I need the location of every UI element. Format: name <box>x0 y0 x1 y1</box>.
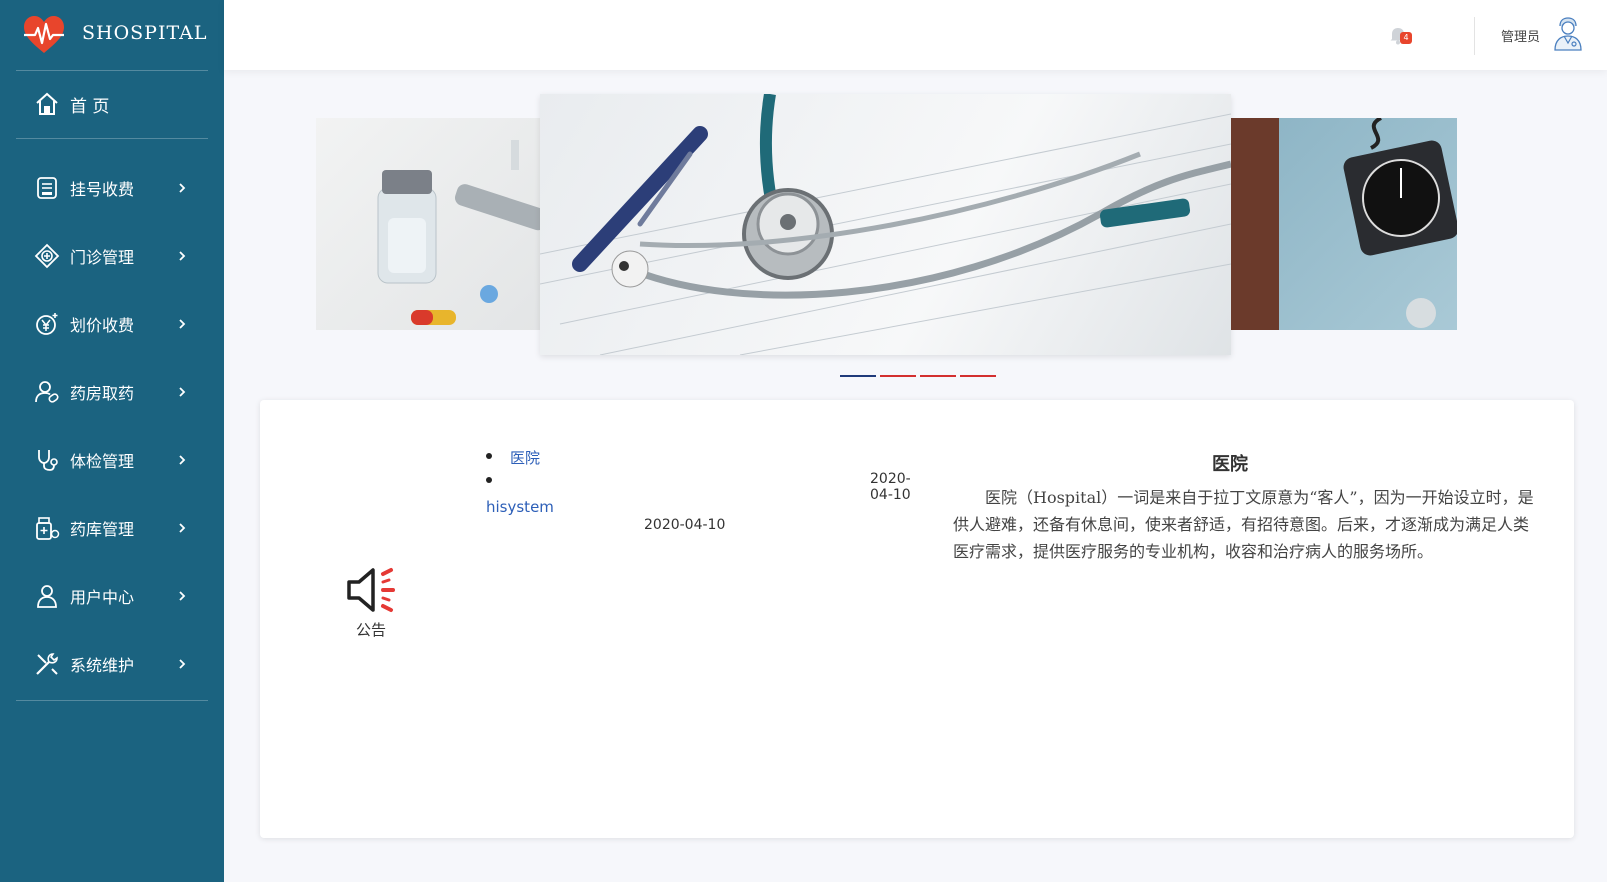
sidebar-divider <box>16 138 208 139</box>
chevron-right-icon <box>179 523 186 533</box>
list-bullet <box>486 477 492 483</box>
carousel-slide-right[interactable] <box>1231 118 1457 330</box>
home-icon <box>36 92 58 115</box>
article-body: 医院（Hospital）一词是来自于拉丁文原意为“客人”，因为一开始设立时，是供… <box>953 488 1534 561</box>
chevron-right-icon <box>179 659 186 669</box>
heart-pulse-icon <box>24 16 64 53</box>
stethoscope-image <box>540 94 1231 355</box>
notice-link[interactable]: hisystem <box>486 498 554 516</box>
sidebar-item-user-center[interactable]: 用户中心 <box>16 574 208 618</box>
notice-panel: 公告 医院 2020-04-10 hisystem 2020-04-10 医院 … <box>260 400 1574 838</box>
medicine-vial-image <box>377 140 542 325</box>
carousel-indicator[interactable] <box>920 375 956 377</box>
chevron-right-icon <box>179 455 186 465</box>
carousel-indicator[interactable] <box>840 375 876 377</box>
user-name[interactable]: 管理员 <box>1501 26 1540 45</box>
carousel-indicator[interactable] <box>960 375 996 377</box>
list-bullet <box>486 453 492 459</box>
chevron-right-icon <box>179 251 186 261</box>
sidebar-item-label: 挂号收费 <box>70 180 135 199</box>
tools-icon <box>36 653 58 675</box>
sidebar-item-medicine-store[interactable]: 药库管理 <box>16 506 208 550</box>
notice-label: 公告 <box>356 621 387 639</box>
pharmacy-icon <box>35 381 59 403</box>
sidebar-item-label: 药库管理 <box>70 520 135 539</box>
medicine-store-icon <box>36 517 60 540</box>
sidebar-item-pharmacy[interactable]: 药房取药 <box>16 370 208 414</box>
speaker-icon <box>347 568 395 612</box>
sidebar-item-home[interactable]: 首 页 <box>16 70 208 138</box>
brand-title: SHOSPITAL <box>82 22 208 44</box>
clinic-icon <box>34 243 60 269</box>
blood-pressure-image <box>1231 118 1457 330</box>
registration-icon <box>37 177 57 199</box>
article-title: 医院 <box>1212 454 1248 475</box>
carousel-slide-center[interactable] <box>540 94 1231 355</box>
sidebar-item-label: 用户中心 <box>70 588 135 607</box>
sidebar-item-clinic[interactable]: 门诊管理 <box>16 234 208 278</box>
notice-date: 2020-04-10 <box>644 517 726 533</box>
chevron-right-icon <box>179 387 186 397</box>
stethoscope-icon <box>38 450 58 471</box>
sidebar-item-label: 划价收费 <box>70 316 135 335</box>
sidebar-divider <box>16 700 208 701</box>
carousel-indicator[interactable] <box>880 375 916 377</box>
chevron-right-icon <box>179 183 186 193</box>
notification-badge: 4 <box>1400 32 1412 44</box>
user-icon <box>37 585 57 608</box>
sidebar-item-checkup[interactable]: 体检管理 <box>16 438 208 482</box>
sidebar: SHOSPITAL 首 页 挂号收费 门诊管理 划价收费 药房取药 体检管理 药… <box>0 0 224 882</box>
yen-icon <box>36 313 58 335</box>
sidebar-item-system[interactable]: 系统维护 <box>16 642 208 686</box>
sidebar-item-label: 门诊管理 <box>70 248 135 267</box>
sidebar-item-label: 体检管理 <box>70 452 135 471</box>
notice-date: 2020-04-10 <box>870 471 911 503</box>
sidebar-item-label: 药房取药 <box>70 384 135 403</box>
header-divider <box>1474 17 1475 55</box>
sidebar-item-registration[interactable]: 挂号收费 <box>16 166 208 210</box>
top-header: 4 管理员 <box>224 0 1607 70</box>
brand[interactable]: SHOSPITAL <box>0 0 224 70</box>
chevron-right-icon <box>179 591 186 601</box>
carousel-indicators <box>840 375 996 377</box>
notice-link[interactable]: 医院 <box>510 447 540 468</box>
sidebar-item-label: 系统维护 <box>70 656 135 675</box>
sidebar-item-pricing[interactable]: 划价收费 <box>16 302 208 346</box>
carousel-slide-left[interactable] <box>316 118 542 330</box>
sidebar-item-label: 首 页 <box>70 96 110 117</box>
doctor-avatar-icon[interactable] <box>1552 16 1584 52</box>
chevron-right-icon <box>179 319 186 329</box>
